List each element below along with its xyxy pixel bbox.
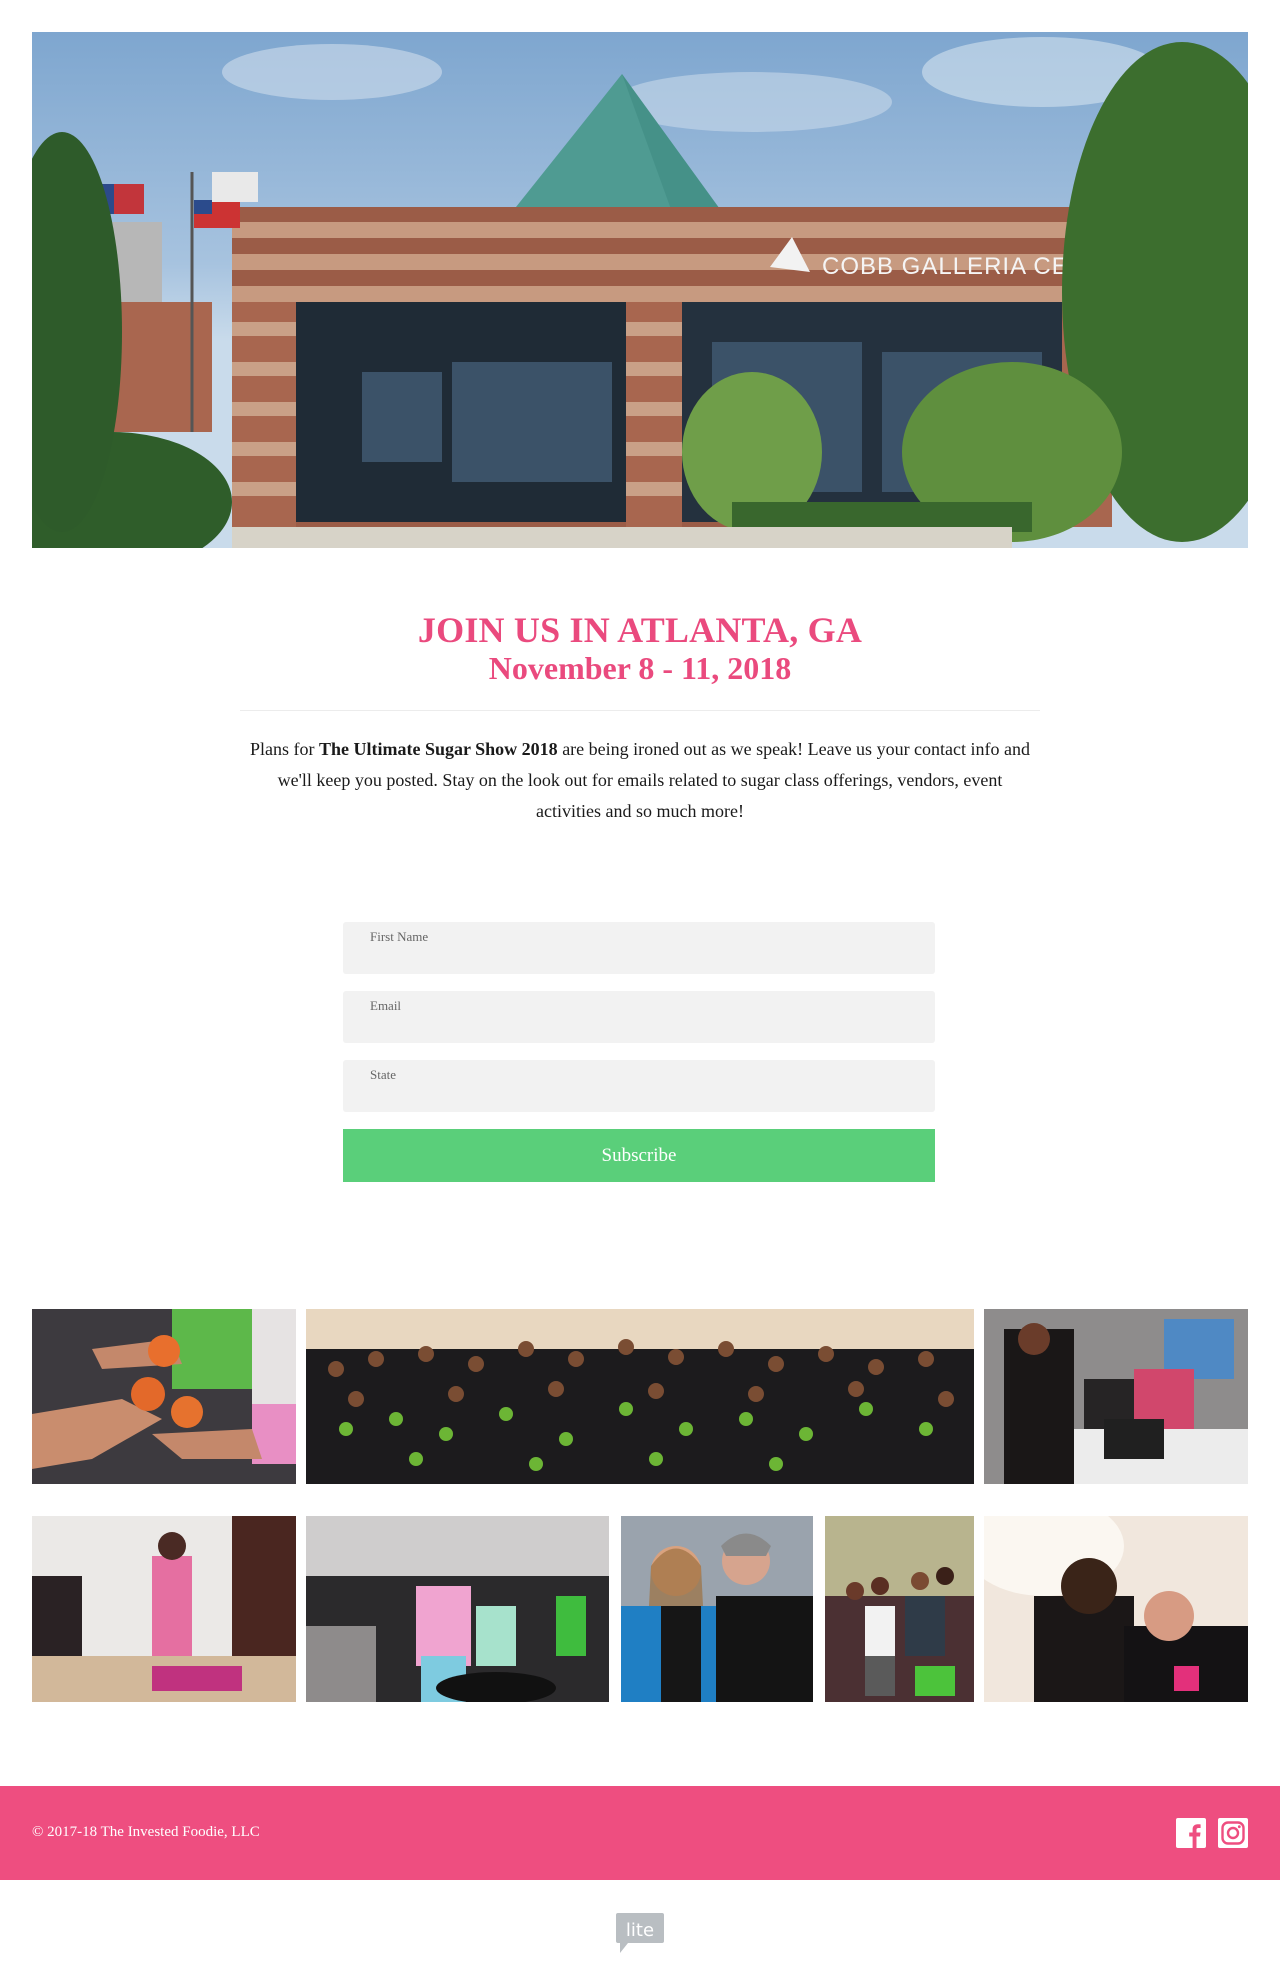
gallery-photo-instructor (32, 1516, 296, 1702)
gallery-photo-two-women (621, 1516, 813, 1702)
state-input[interactable] (343, 1060, 935, 1112)
first-name-input[interactable] (343, 922, 935, 974)
gallery-photo-selfie (984, 1516, 1248, 1702)
hero-image: COBB GALLERIA CENTRE (32, 32, 1248, 548)
instagram-icon (1218, 1818, 1248, 1848)
gallery-photo-small-group (825, 1516, 974, 1702)
gallery-photo-cookies (32, 1309, 296, 1484)
gallery-photo-class-crowd (306, 1516, 609, 1702)
email-input[interactable] (343, 991, 935, 1043)
instagram-link[interactable] (1218, 1818, 1248, 1848)
building-illustration: COBB GALLERIA CENTRE (32, 37, 1248, 548)
facebook-icon (1176, 1818, 1206, 1848)
lite-badge[interactable]: lite (614, 1911, 666, 1955)
facebook-link[interactable] (1176, 1818, 1206, 1848)
footer: © 2017-18 The Invested Foodie, LLC (0, 1786, 1280, 1880)
section-divider (240, 710, 1040, 711)
subscribe-button[interactable]: Subscribe (343, 1129, 935, 1182)
event-headline: JOIN US IN ATLANTA, GA (417, 610, 863, 650)
state-field[interactable]: State (343, 1060, 935, 1112)
signup-form: First Name Email State Subscribe (343, 922, 935, 1182)
speech-bubble-icon: lite (616, 1913, 664, 1953)
social-links (1176, 1818, 1248, 1848)
event-dates: November 8 - 11, 2018 (488, 650, 792, 686)
copyright-text: © 2017-18 The Invested Foodie, LLC (32, 1824, 260, 1840)
gallery-photo-vendor-booth (984, 1309, 1248, 1484)
intro-show-name: The Ultimate Sugar Show 2018 (319, 739, 558, 759)
email-field[interactable]: Email (343, 991, 935, 1043)
intro-prefix: Plans for (250, 739, 319, 759)
gallery-photo-group (306, 1309, 974, 1484)
first-name-field[interactable]: First Name (343, 922, 935, 974)
event-intro: Plans for The Ultimate Sugar Show 2018 a… (250, 734, 1030, 827)
lite-badge-text: lite (626, 1920, 654, 1941)
